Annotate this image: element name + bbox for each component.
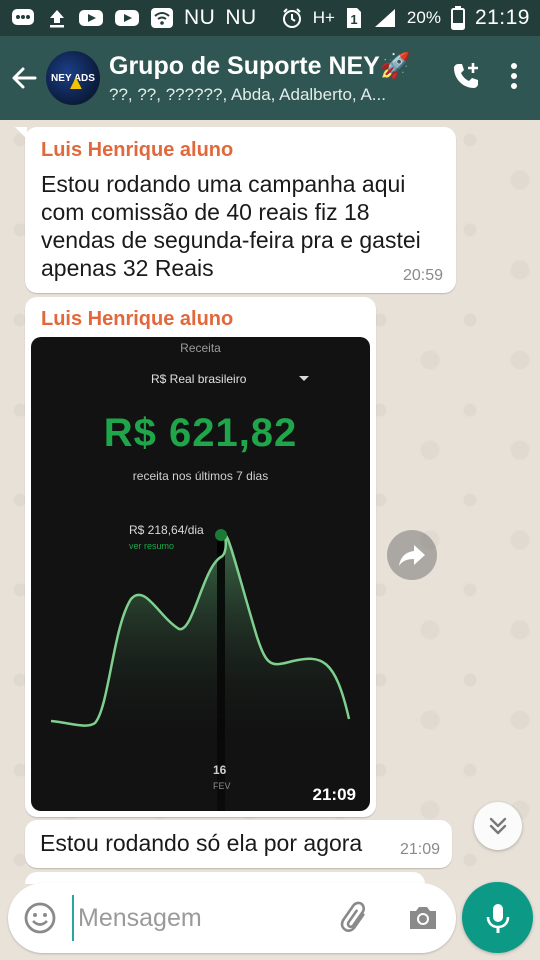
whatsapp-message-icon bbox=[10, 7, 36, 29]
message-bubble[interactable]: Estou rodando só ela por agora 21:09 bbox=[25, 820, 452, 868]
message-bubble[interactable]: Luis Henrique aluno Receita R$ Real bras… bbox=[25, 297, 376, 817]
carrier-label: NU bbox=[225, 6, 257, 29]
arrow-back-icon bbox=[12, 67, 37, 89]
mic-button[interactable] bbox=[462, 882, 533, 953]
forward-button[interactable] bbox=[387, 530, 437, 580]
battery-icon bbox=[450, 6, 465, 30]
image-attachment[interactable]: Receita R$ Real brasileiro R$ 621,82 rec… bbox=[31, 337, 370, 811]
message-time: 20:59 bbox=[402, 267, 443, 284]
camera-icon[interactable] bbox=[406, 901, 440, 940]
message-composer bbox=[8, 883, 456, 953]
attach-icon[interactable] bbox=[338, 901, 374, 942]
alarm-icon bbox=[281, 7, 303, 29]
image-link: ver resumo bbox=[129, 541, 175, 551]
mic-icon bbox=[486, 903, 509, 933]
clock: 21:19 bbox=[474, 6, 530, 29]
message-bubble[interactable]: Luis Henrique aluno Estou rodando uma ca… bbox=[15, 127, 456, 293]
wifi-icon bbox=[150, 7, 174, 29]
image-day: 16 bbox=[213, 763, 227, 777]
forward-icon bbox=[399, 545, 425, 566]
message-text: Estou rodando uma campanha aqui com comi… bbox=[41, 171, 421, 281]
battery-level: 20% bbox=[406, 8, 441, 27]
chart-area bbox=[51, 535, 349, 747]
revenue-chart bbox=[50, 529, 351, 811]
message-sender: Luis Henrique aluno bbox=[41, 308, 234, 330]
chat-header: NEY ADS ▲ Grupo de Suporte NEY🚀 ??, ??, … bbox=[0, 36, 540, 120]
message-time: 21:09 bbox=[312, 785, 356, 804]
group-info[interactable]: Grupo de Suporte NEY🚀 ??, ??, ??????, Ab… bbox=[109, 52, 450, 105]
youtube-icon bbox=[114, 8, 140, 28]
add-call-icon[interactable] bbox=[450, 60, 482, 97]
message-text: Estou rodando só ela por agora bbox=[40, 830, 363, 856]
carrier-label: NU bbox=[184, 6, 216, 29]
sim-icon: 1 bbox=[345, 6, 363, 30]
youtube-icon bbox=[78, 8, 104, 28]
network-type: H+ bbox=[312, 8, 335, 27]
svg-text:1: 1 bbox=[350, 12, 357, 27]
group-members: ??, ??, ??????, Abda, Adalberto, A... bbox=[109, 84, 386, 104]
emoji-icon[interactable] bbox=[22, 900, 58, 941]
chart-point bbox=[215, 529, 227, 541]
status-bar: NU NU H+ 1 20% 21:19 bbox=[0, 0, 540, 36]
more-options-icon[interactable] bbox=[510, 62, 518, 95]
message-sender: Luis Henrique aluno bbox=[41, 139, 234, 161]
message-list[interactable]: Luis Henrique aluno Estou rodando uma ca… bbox=[0, 120, 540, 884]
signal-icon bbox=[373, 7, 397, 29]
message-input[interactable] bbox=[72, 895, 322, 941]
image-month: FEV bbox=[213, 781, 231, 791]
group-avatar[interactable]: NEY ADS ▲ bbox=[46, 51, 100, 105]
back-button[interactable] bbox=[2, 36, 46, 120]
group-title: Grupo de Suporte NEY🚀 bbox=[109, 51, 411, 80]
avatar-logo-icon: ▲ bbox=[66, 72, 86, 94]
image-daily: R$ 218,64/dia bbox=[129, 523, 204, 537]
double-chevron-down-icon bbox=[489, 817, 507, 835]
upload-icon bbox=[46, 7, 68, 29]
scroll-down-button[interactable] bbox=[474, 802, 522, 850]
message-time: 21:09 bbox=[399, 841, 440, 858]
